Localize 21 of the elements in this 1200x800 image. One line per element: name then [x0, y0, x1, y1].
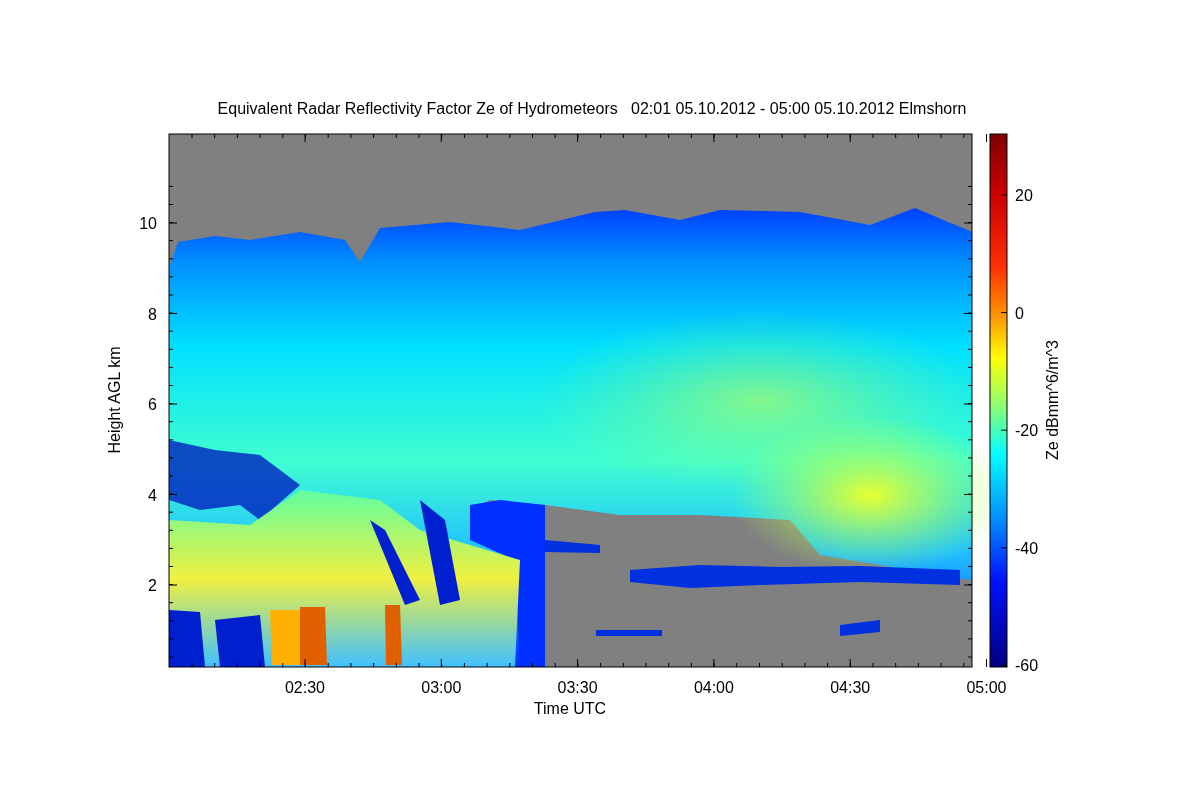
colorbar-tick-label: -60	[1015, 657, 1039, 675]
chart-title: Equivalent Radar Reflectivity Factor Ze of Hydrometeors 02:01 05.10.2012 - 05:00 05.10.2012 Elmshorn	[217, 100, 967, 117]
colorbar-label: Ze dBmm^6/m^3	[1044, 340, 1061, 460]
y-axis-tick-label: 6	[148, 396, 157, 413]
colorbar-tick-label: 20	[1015, 187, 1033, 204]
x-axis-tick-label: 04:00	[693, 679, 734, 696]
y-axis-tick-label: 10	[139, 215, 157, 232]
y-axis-tick-label: 2	[148, 577, 157, 594]
x-axis-tick-label: 04:30	[830, 679, 871, 696]
strong-echo-streak	[270, 610, 300, 665]
x-axis-tick-label: 03:30	[557, 679, 598, 696]
x-axis-tick-label: 03:00	[421, 679, 462, 696]
y-axis-tick-label: 8	[148, 305, 157, 323]
colorbar-tick-label: 0	[1015, 304, 1024, 322]
y-axis-tick-label: 4	[148, 486, 157, 504]
colorbar-tick-label: -40	[1015, 539, 1039, 557]
x-axis-tick-label: 02:30	[285, 679, 325, 696]
x-axis-label: Time UTC	[533, 700, 607, 717]
x-axis-tick-label: 05:00	[966, 679, 1007, 696]
y-axis-label: Height AGL km	[106, 346, 123, 454]
colorbar-tick-label: -20	[1015, 422, 1039, 440]
